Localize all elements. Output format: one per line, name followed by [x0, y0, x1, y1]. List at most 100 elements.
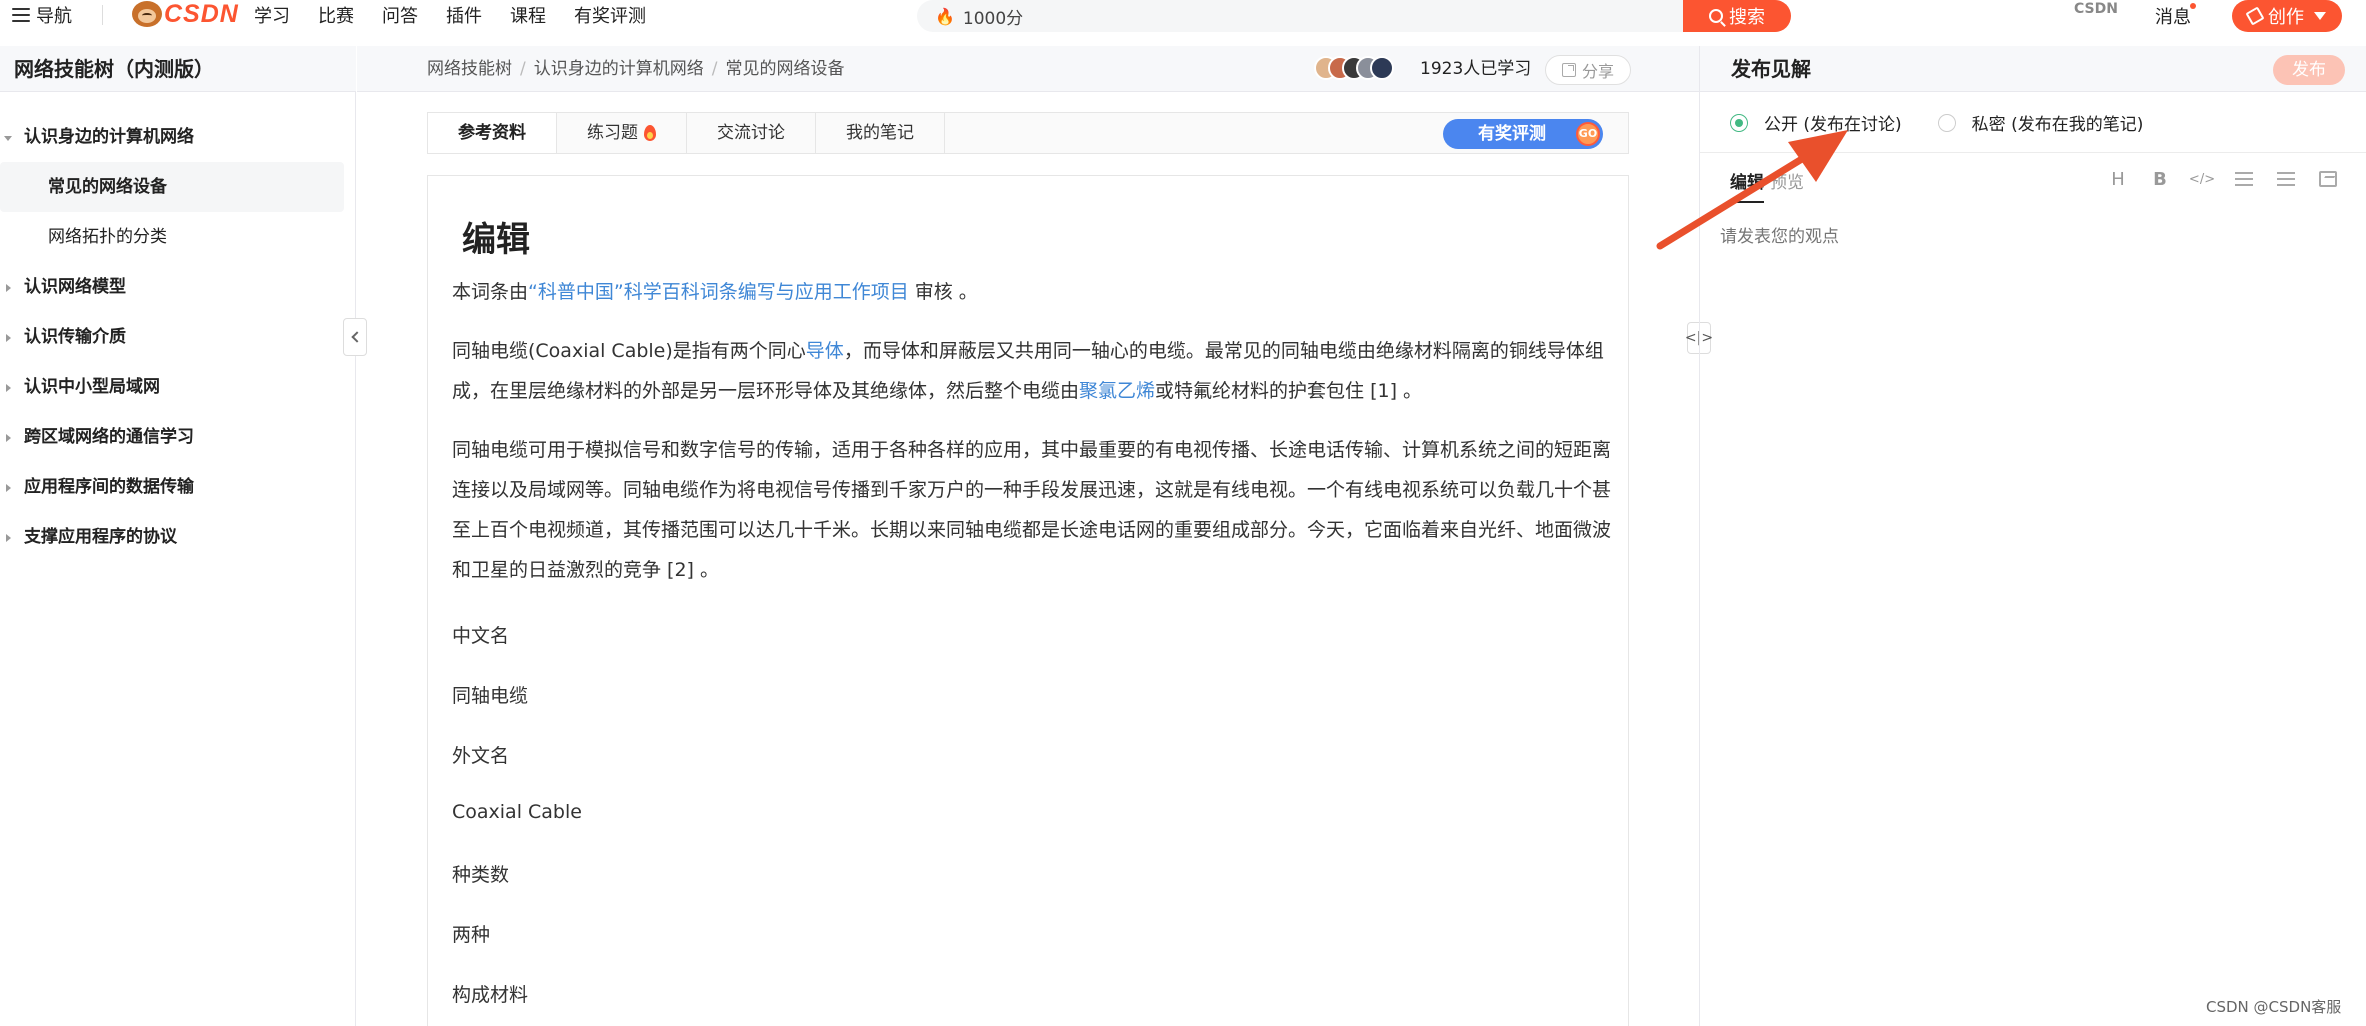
text: 或特氟纶材料的护套包住 [1] 。	[1155, 380, 1423, 402]
messages-link[interactable]: 消息	[2155, 3, 2191, 29]
radio-private[interactable]: 私密 (发布在我的笔记)	[1937, 110, 2144, 135]
share-label: 分享	[1581, 62, 1614, 81]
menu-item-qa[interactable]: 问答	[382, 2, 418, 28]
paragraph-2: 同轴电缆可用于模拟信号和数字信号的传输，适用于各种各样的应用，其中最重要的有电视…	[452, 439, 1612, 581]
tree-item-label: 认识身边的计算机网络	[24, 127, 194, 147]
divider	[102, 5, 103, 25]
menu-item-reviews[interactable]: 有奖评测	[574, 2, 646, 28]
ordered-list-tool[interactable]	[2276, 168, 2296, 190]
create-button-label: 创作	[2268, 7, 2304, 28]
tree-item-network-around[interactable]: 认识身边的计算机网络	[0, 112, 356, 162]
tree-item-label: 认识传输介质	[24, 327, 126, 347]
annotation-arrow	[1656, 130, 1848, 250]
sidebar-title: 网络技能树（内测版）	[0, 46, 356, 92]
tab-label: 交流讨论	[717, 123, 785, 143]
flame-icon: 🔥	[935, 6, 955, 26]
notification-dot	[2190, 3, 2196, 9]
tab-exercises[interactable]: 练习题	[557, 113, 687, 153]
menu-item-courses[interactable]: 课程	[510, 2, 546, 28]
heading-tool[interactable]: H	[2108, 168, 2128, 190]
breadcrumb: 网络技能树 / 认识身边的计算机网络 / 常见的网络设备	[427, 59, 845, 79]
nav-label: 导航	[36, 6, 72, 27]
breadcrumb-bar: 网络技能树 / 认识身边的计算机网络 / 常见的网络设备 1923人已学习 分享	[357, 46, 1699, 92]
list-tool[interactable]	[2234, 168, 2254, 190]
tree-item-label: 支撑应用程序的协议	[24, 527, 177, 547]
skill-tree: 认识身边的计算机网络 常见的网络设备 网络拓扑的分类 认识网络模型 认识传输介质…	[0, 112, 356, 562]
tree-item-label: 认识网络模型	[24, 277, 126, 297]
logo-mascot-icon	[132, 1, 162, 27]
chevron-right-icon	[6, 384, 11, 392]
chevron-right-icon	[6, 434, 11, 442]
breadcrumb-item[interactable]: 常见的网络设备	[725, 59, 844, 79]
article-content: 编辑 本词条由“科普中国”科学百科词条编写与应用工作项目 审核 。 同轴电缆(C…	[427, 175, 1629, 1026]
tree-item-protocols[interactable]: 支撑应用程序的协议	[0, 512, 356, 562]
tab-my-notes[interactable]: 我的笔记	[816, 113, 945, 153]
learned-count: 1923人已学习	[1420, 59, 1532, 79]
search-placeholder: 1000分	[962, 8, 1024, 29]
collapse-sidebar-button[interactable]	[343, 318, 367, 356]
tree-item-wan[interactable]: 跨区域网络的通信学习	[0, 412, 356, 462]
radio-private-label: 私密 (发布在我的笔记)	[1971, 115, 2144, 135]
breadcrumb-item[interactable]: 认识身边的计算机网络	[534, 59, 704, 79]
tab-label: 练习题	[587, 123, 638, 143]
chevron-right-icon	[6, 334, 11, 342]
menu-item-contest[interactable]: 比赛	[318, 2, 354, 28]
menu-item-plugins[interactable]: 插件	[446, 2, 482, 28]
pvc-link[interactable]: 聚氯乙烯	[1079, 380, 1155, 402]
article-heading: 编辑	[462, 220, 530, 260]
publish-panel-title: 发布见解	[1731, 57, 1811, 81]
search-input[interactable]: 🔥 1000分	[917, 0, 1683, 32]
image-tool[interactable]	[2318, 168, 2338, 190]
hamburger-icon	[12, 8, 30, 22]
share-icon	[1561, 63, 1576, 77]
image-icon	[2319, 171, 2337, 187]
watermark: CSDN @CSDN客服	[2206, 998, 2342, 1016]
publish-button[interactable]: 发布	[2273, 55, 2345, 85]
field-label: 构成材料	[452, 984, 529, 1006]
field-label: 外文名	[452, 745, 510, 767]
reward-review-label: 有奖评测	[1478, 124, 1546, 144]
reward-review-button[interactable]: 有奖评测 GO	[1443, 119, 1603, 149]
create-button[interactable]: 创作	[2232, 0, 2342, 32]
field-label: 中文名	[452, 625, 510, 647]
tab-references[interactable]: 参考资料	[428, 113, 557, 153]
csdn-mini-text: CSDN	[2074, 1, 2118, 17]
editor-toolbar: H B </>	[2108, 168, 2338, 190]
ordered-list-icon	[2277, 172, 2295, 186]
search-icon	[1709, 9, 1723, 23]
tab-discussion[interactable]: 交流讨论	[687, 113, 816, 153]
tree-item-data-transfer[interactable]: 应用程序间的数据传输	[0, 462, 356, 512]
learner-avatars	[1314, 56, 1394, 80]
skill-tree-sidebar: 网络技能树（内测版） 认识身边的计算机网络 常见的网络设备 网络拓扑的分类 认识…	[0, 46, 356, 1026]
code-tool[interactable]: </>	[2189, 168, 2215, 190]
review-project-link[interactable]: “科普中国”科学百科词条编写与应用工作项目	[528, 281, 909, 303]
menu-item-study[interactable]: 学习	[254, 2, 290, 28]
csdn-logo[interactable]: CSDN	[132, 0, 239, 29]
publish-panel-header: 发布见解 发布	[1700, 46, 2366, 92]
csdn-mini-logo[interactable]: CSDN	[2074, 2, 2118, 24]
fire-icon	[644, 125, 656, 141]
chevron-right-icon	[6, 284, 11, 292]
tree-item-media[interactable]: 认识传输介质	[0, 312, 356, 362]
share-button[interactable]: 分享	[1545, 55, 1631, 85]
bold-tool[interactable]: B	[2150, 168, 2170, 190]
logo-text: CSDN	[164, 0, 239, 28]
conductor-link[interactable]: 导体	[806, 340, 844, 362]
tree-sub-topology[interactable]: 网络拓扑的分类	[0, 212, 356, 262]
tab-label: 我的笔记	[846, 123, 914, 143]
paragraph-1: 同轴电缆(Coaxial Cable)是指有两个同心导体，而导体和屏蔽层又共用同…	[452, 331, 1612, 411]
top-navbar: 导航 CSDN 学习 比赛 问答 插件 课程 有奖评测 🔥 1000分 搜索 C…	[0, 0, 2366, 32]
breadcrumb-item[interactable]: 网络技能树	[427, 59, 512, 79]
opinion-editor[interactable]	[1720, 222, 2340, 922]
go-badge: GO	[1576, 122, 1600, 146]
search-button[interactable]: 搜索	[1683, 0, 1791, 32]
field-value: Coaxial Cable	[452, 801, 582, 823]
radio-unchecked-icon	[1937, 113, 1956, 132]
field-value: 两种	[452, 924, 491, 946]
field-label: 种类数	[452, 864, 510, 886]
nav-toggle[interactable]: 导航	[12, 3, 72, 27]
tree-item-network-model[interactable]: 认识网络模型	[0, 262, 356, 312]
tree-item-label: 跨区域网络的通信学习	[24, 427, 194, 447]
tree-sub-common-devices[interactable]: 常见的网络设备	[0, 162, 344, 212]
tree-item-lan[interactable]: 认识中小型局域网	[0, 362, 356, 412]
